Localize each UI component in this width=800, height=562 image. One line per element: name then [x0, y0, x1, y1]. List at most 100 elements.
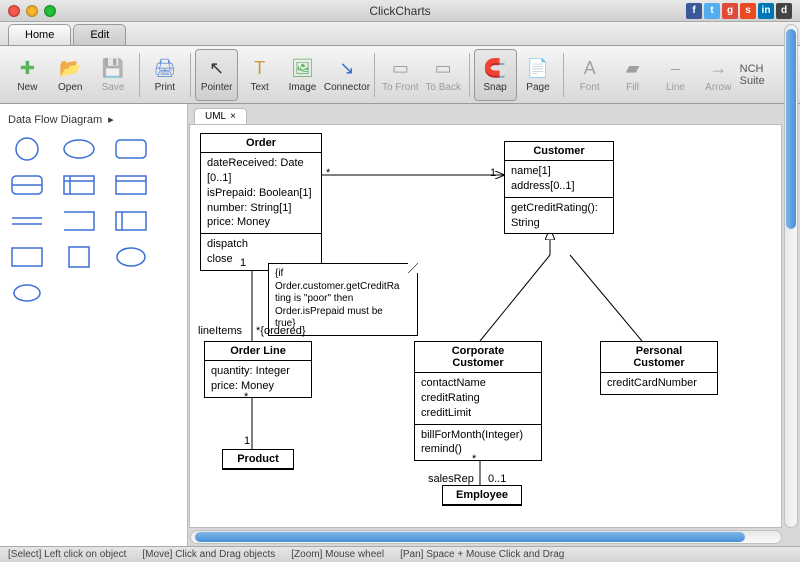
- main-area: Data Flow Diagram ▸ UML ×: [0, 104, 800, 546]
- toolbar-label: Print: [155, 82, 176, 93]
- arrow-icon: →: [706, 56, 730, 80]
- shape-openrect[interactable]: [62, 209, 96, 233]
- close-icon[interactable]: ×: [230, 111, 236, 122]
- scrollbar-vertical[interactable]: [784, 24, 798, 528]
- toolbar-label: Fill: [626, 82, 639, 93]
- toolbar-label: Snap: [483, 82, 506, 93]
- toolbar-pointer-button[interactable]: ↖Pointer: [195, 49, 238, 101]
- shape-circle[interactable]: [10, 137, 44, 161]
- toolbar-open-button[interactable]: 📂 Open: [49, 49, 92, 101]
- sidebar-title[interactable]: Data Flow Diagram ▸: [6, 110, 181, 129]
- toolbar-label: To Front: [382, 82, 419, 93]
- toolbar-label: Font: [580, 82, 600, 93]
- shape-data2[interactable]: [114, 173, 148, 197]
- mult-one2: 1: [240, 257, 246, 269]
- uml-class-corporate[interactable]: Corporate Customer contactName creditRat…: [414, 341, 542, 461]
- open-icon: 📂: [58, 56, 82, 80]
- ribbon-separator: [469, 53, 470, 97]
- toolbar-label: Save: [102, 82, 125, 93]
- document-tab-uml[interactable]: UML ×: [194, 108, 247, 124]
- toolbar-text-button[interactable]: TText: [238, 49, 281, 101]
- shape-ellipse[interactable]: [62, 137, 96, 161]
- toolbar-label: Open: [58, 82, 82, 93]
- shape-oval2[interactable]: [10, 281, 44, 305]
- uml-personal-title: Personal Customer: [601, 342, 717, 373]
- ribbon-separator: [374, 53, 375, 97]
- shape-sidebar: Data Flow Diagram ▸: [0, 104, 188, 546]
- shape-halfrect[interactable]: [10, 173, 44, 197]
- toolbar-snap-button[interactable]: 🧲 Snap: [474, 49, 517, 101]
- status-move: [Move] Click and Drag objects: [142, 549, 275, 560]
- uml-note-text: {if Order.customer.getCreditRa ting is "…: [275, 268, 411, 331]
- shape-roundrect[interactable]: [114, 137, 148, 161]
- toolbar-page-button[interactable]: 📄Page: [517, 49, 560, 101]
- uml-corporate-ops: billForMonth(Integer) remind(): [415, 425, 541, 461]
- tab-edit[interactable]: Edit: [73, 24, 126, 45]
- mult-01: 0..1: [488, 473, 506, 485]
- page-icon: 📄: [526, 56, 550, 80]
- uml-orderline-title: Order Line: [205, 342, 311, 361]
- status-bar: [Select] Left click on object [Move] Cli…: [0, 546, 800, 562]
- scrollbar-horizontal[interactable]: [190, 530, 782, 544]
- toolbar-label: New: [17, 82, 37, 93]
- toolbar-label: Line: [666, 82, 685, 93]
- fill-icon: ▰: [621, 56, 645, 80]
- ribbon-separator: [139, 53, 140, 97]
- uml-customer-title: Customer: [505, 142, 613, 161]
- scroll-thumb-v[interactable]: [786, 29, 796, 229]
- uml-class-personal[interactable]: Personal Customer creditCardNumber: [600, 341, 718, 395]
- shape-palette: [6, 129, 181, 313]
- ribbon-toolbar: ✚ New 📂 Open 💾Save 🖨 Print ↖PointerTText🖼Image↘…: [0, 46, 800, 104]
- status-select: [Select] Left click on object: [8, 549, 126, 560]
- uml-class-order[interactable]: Order dateReceived: Date [0..1] isPrepai…: [200, 133, 322, 271]
- toolbar-print-button[interactable]: 🖨 Print: [143, 49, 186, 101]
- toolbar-label: Pointer: [201, 82, 233, 93]
- constraint-ordered: *{ordered}: [256, 325, 306, 337]
- uml-product-title: Product: [223, 450, 293, 469]
- toolbar-tofront-button: ▭To Front: [379, 49, 422, 101]
- ribbon-separator: [190, 53, 191, 97]
- triangle-right-icon: ▸: [108, 113, 114, 126]
- shape-data1[interactable]: [62, 173, 96, 197]
- mult-one: 1: [490, 167, 496, 179]
- shape-siderect[interactable]: [114, 209, 148, 233]
- uml-corporate-title: Corporate Customer: [415, 342, 541, 373]
- uml-customer-attrs: name[1] address[0..1]: [505, 161, 613, 198]
- tab-home[interactable]: Home: [8, 24, 71, 45]
- role-salesrep: salesRep: [428, 473, 474, 485]
- toolbar-fill-button: ▰ Fill: [611, 49, 654, 101]
- uml-corporate-attrs: contactName creditRating creditLimit: [415, 373, 541, 425]
- document-tabs: UML ×: [188, 104, 800, 124]
- snap-icon: 🧲: [483, 56, 507, 80]
- toolbar-label: Connector: [324, 82, 370, 93]
- toolbar-image-button[interactable]: 🖼Image: [281, 49, 324, 101]
- shape-rect[interactable]: [10, 245, 44, 269]
- toolbar-connector-button[interactable]: ↘Connector: [324, 49, 370, 101]
- app-title: ClickCharts: [0, 4, 800, 18]
- toolbar-toback-button: ▭To Back: [422, 49, 465, 101]
- uml-personal-attrs: creditCardNumber: [601, 373, 717, 394]
- uml-class-customer[interactable]: Customer name[1] address[0..1] getCredit…: [504, 141, 614, 234]
- uml-class-orderline[interactable]: Order Line quantity: Integer price: Mone…: [204, 341, 312, 398]
- toolbar-font-button: AFont: [568, 49, 611, 101]
- text-icon: T: [248, 56, 272, 80]
- uml-class-product[interactable]: Product: [222, 449, 294, 470]
- scroll-thumb-h[interactable]: [195, 532, 745, 542]
- uml-orderline-attrs: quantity: Integer price: Money: [205, 361, 311, 397]
- uml-employee-title: Employee: [443, 486, 521, 505]
- toolbar-save-button: 💾Save: [92, 49, 135, 101]
- new-icon: ✚: [15, 56, 39, 80]
- canvas-area: UML ×: [188, 104, 800, 546]
- shape-doubleline[interactable]: [10, 209, 44, 233]
- toback-icon: ▭: [431, 56, 455, 80]
- toolbar-new-button[interactable]: ✚ New: [6, 49, 49, 101]
- shape-square[interactable]: [62, 245, 96, 269]
- toolbar-label: Image: [289, 82, 317, 93]
- print-icon: 🖨: [153, 56, 177, 80]
- canvas[interactable]: Order dateReceived: Date [0..1] isPrepai…: [189, 124, 782, 528]
- uml-customer-ops: getCreditRating(): String: [505, 198, 613, 234]
- mult-star3: *: [472, 453, 476, 465]
- uml-class-employee[interactable]: Employee: [442, 485, 522, 506]
- shape-oval[interactable]: [114, 245, 148, 269]
- mult-one3: 1: [244, 435, 250, 447]
